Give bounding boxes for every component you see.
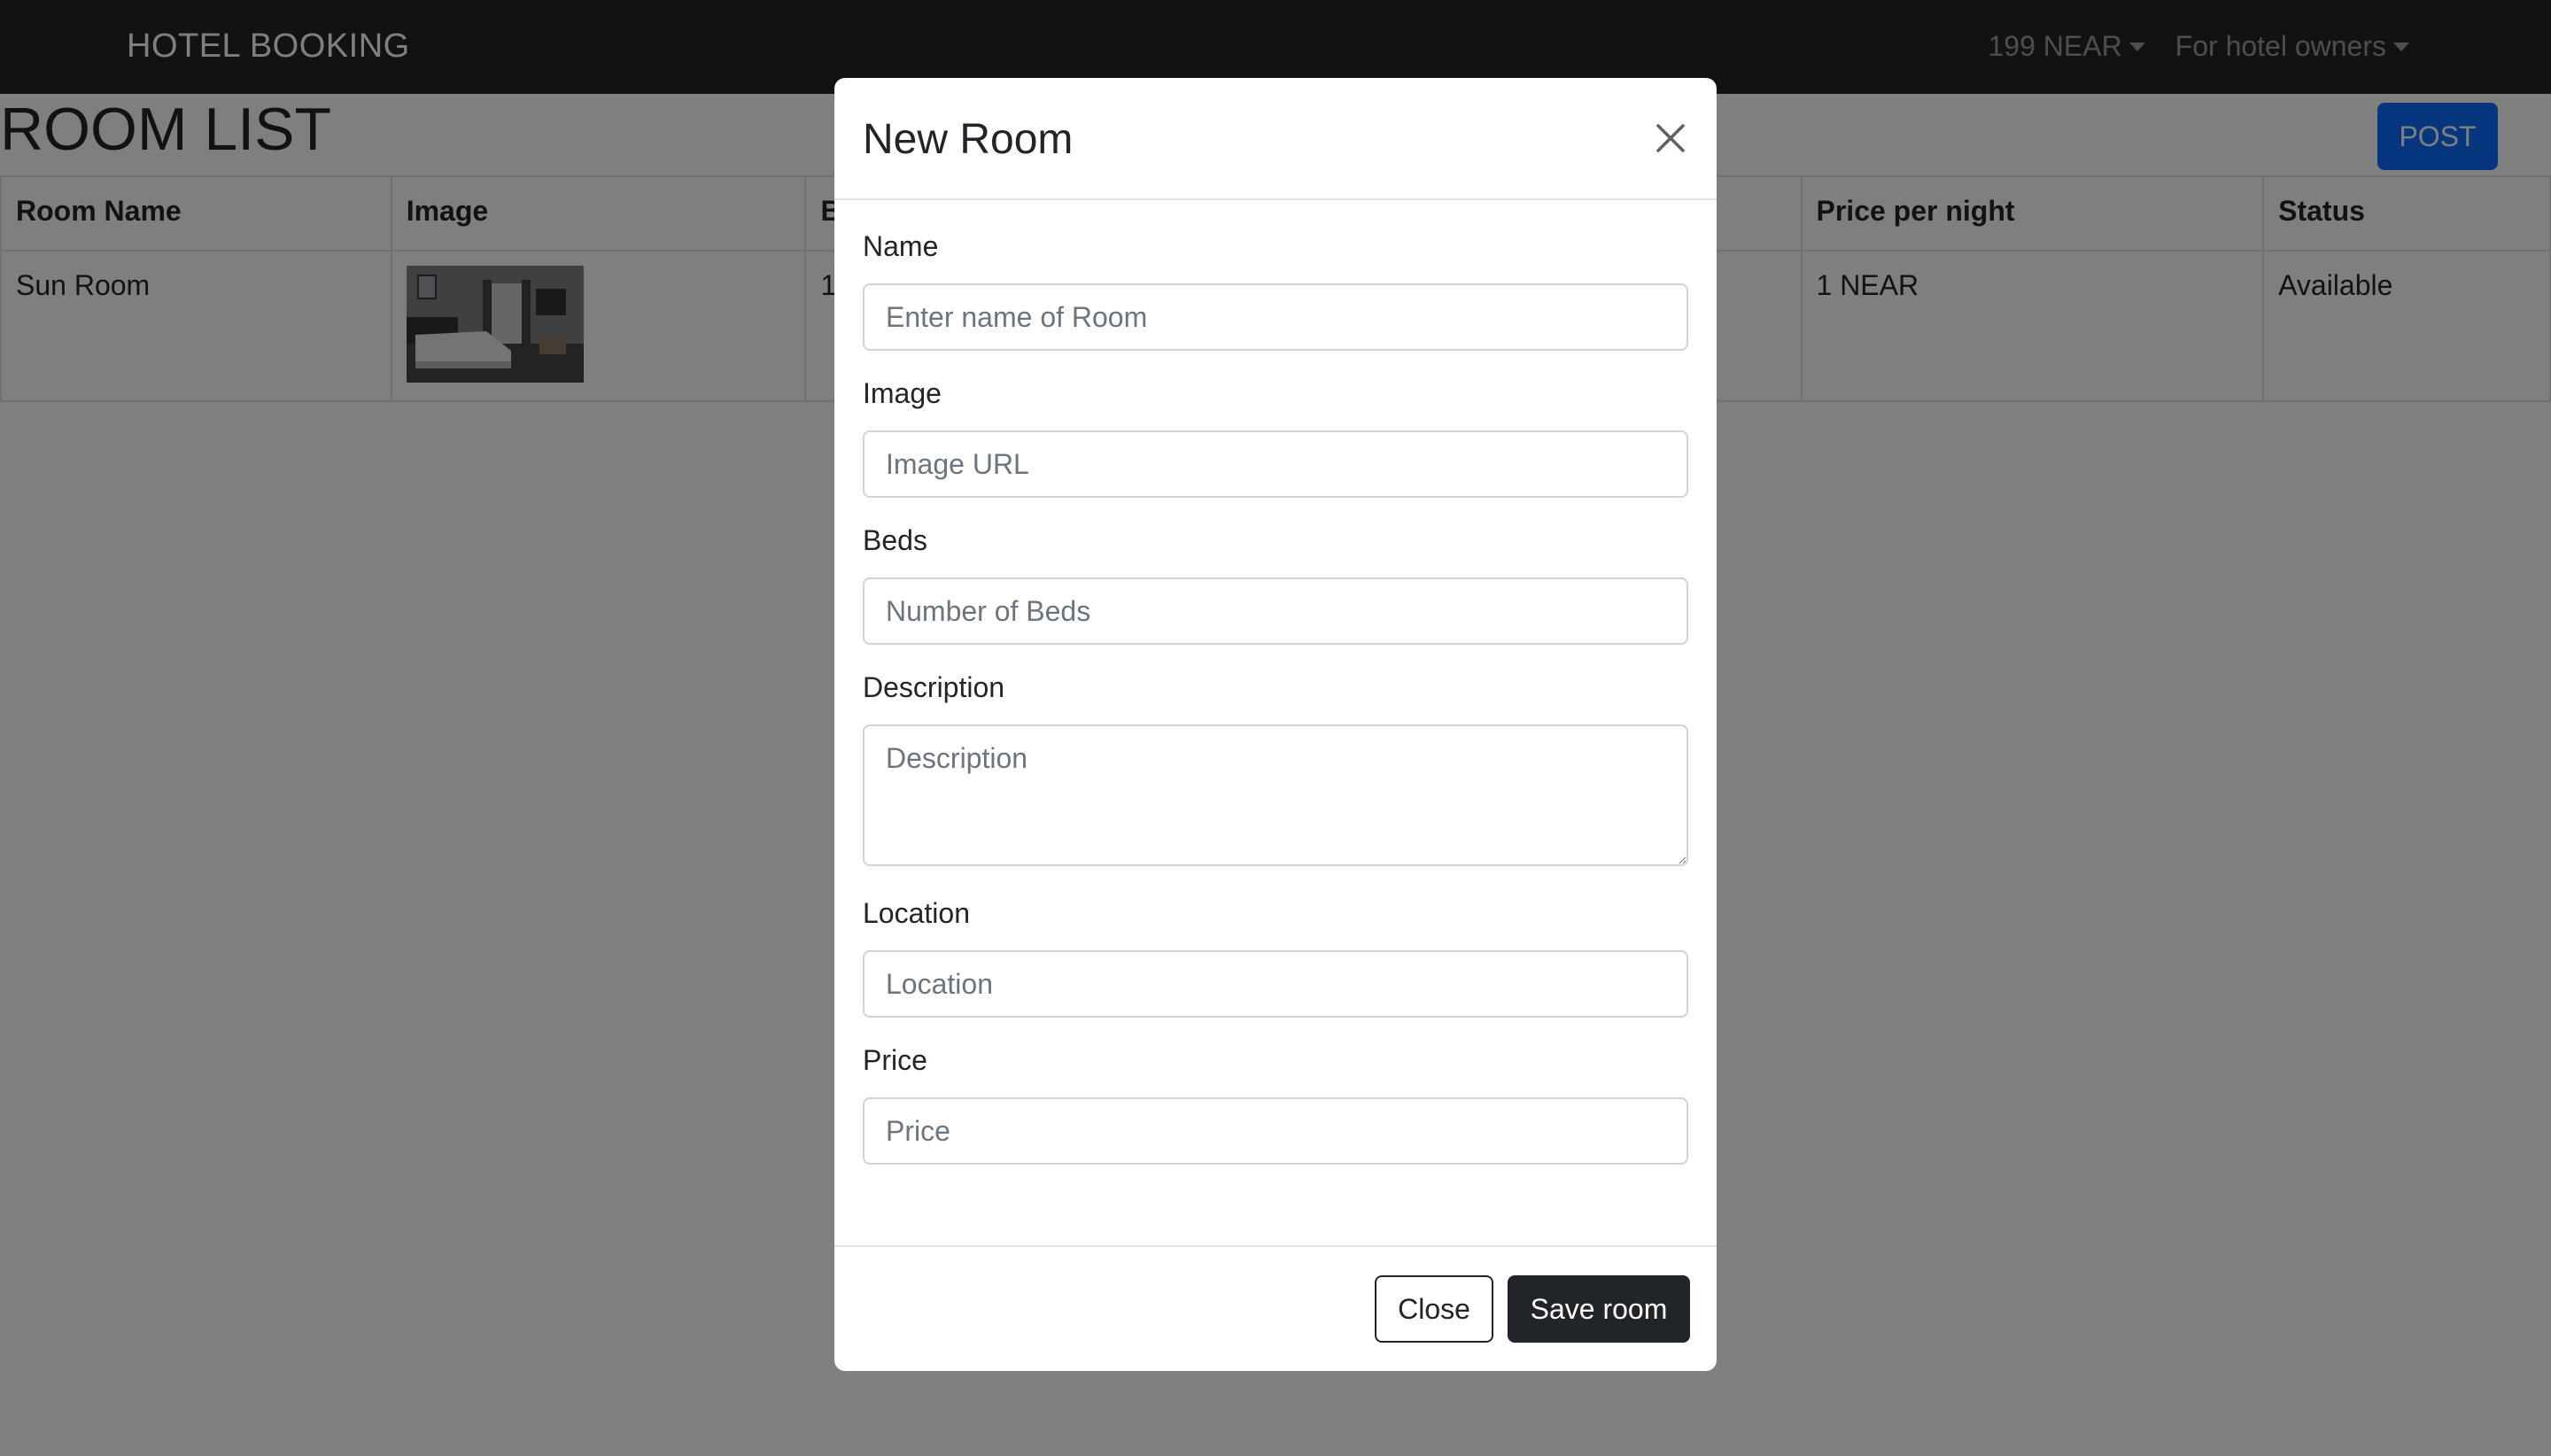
location-field-group: Location bbox=[863, 895, 1688, 1018]
location-label: Location bbox=[863, 897, 970, 929]
modal-header: New Room bbox=[834, 78, 1717, 200]
image-url-input[interactable] bbox=[863, 430, 1688, 498]
beds-input[interactable] bbox=[863, 577, 1688, 645]
description-field-group: Description bbox=[863, 670, 1688, 871]
price-field-group: Price bbox=[863, 1042, 1688, 1165]
room-name-input[interactable] bbox=[863, 283, 1688, 351]
name-field-group: Name bbox=[863, 228, 1688, 351]
image-label: Image bbox=[863, 377, 942, 409]
save-room-button[interactable]: Save room bbox=[1508, 1275, 1690, 1343]
close-icon[interactable] bbox=[1649, 117, 1692, 159]
close-button[interactable]: Close bbox=[1375, 1275, 1493, 1343]
modal-title: New Room bbox=[863, 116, 1074, 163]
image-field-group: Image bbox=[863, 376, 1688, 498]
new-room-modal: New Room Name Image Beds Description bbox=[834, 78, 1717, 1371]
price-input[interactable] bbox=[863, 1097, 1688, 1165]
modal-body: Name Image Beds Description Location Pri… bbox=[834, 200, 1717, 1165]
page: HOTEL BOOKING 199 NEAR For hotel owners … bbox=[0, 0, 2551, 1456]
beds-field-group: Beds bbox=[863, 523, 1688, 645]
name-label: Name bbox=[863, 230, 939, 262]
modal-footer: Close Save room bbox=[834, 1245, 1717, 1371]
location-input[interactable] bbox=[863, 950, 1688, 1018]
price-label: Price bbox=[863, 1044, 927, 1076]
description-label: Description bbox=[863, 671, 1005, 703]
beds-label: Beds bbox=[863, 524, 927, 556]
description-textarea[interactable] bbox=[863, 724, 1688, 866]
